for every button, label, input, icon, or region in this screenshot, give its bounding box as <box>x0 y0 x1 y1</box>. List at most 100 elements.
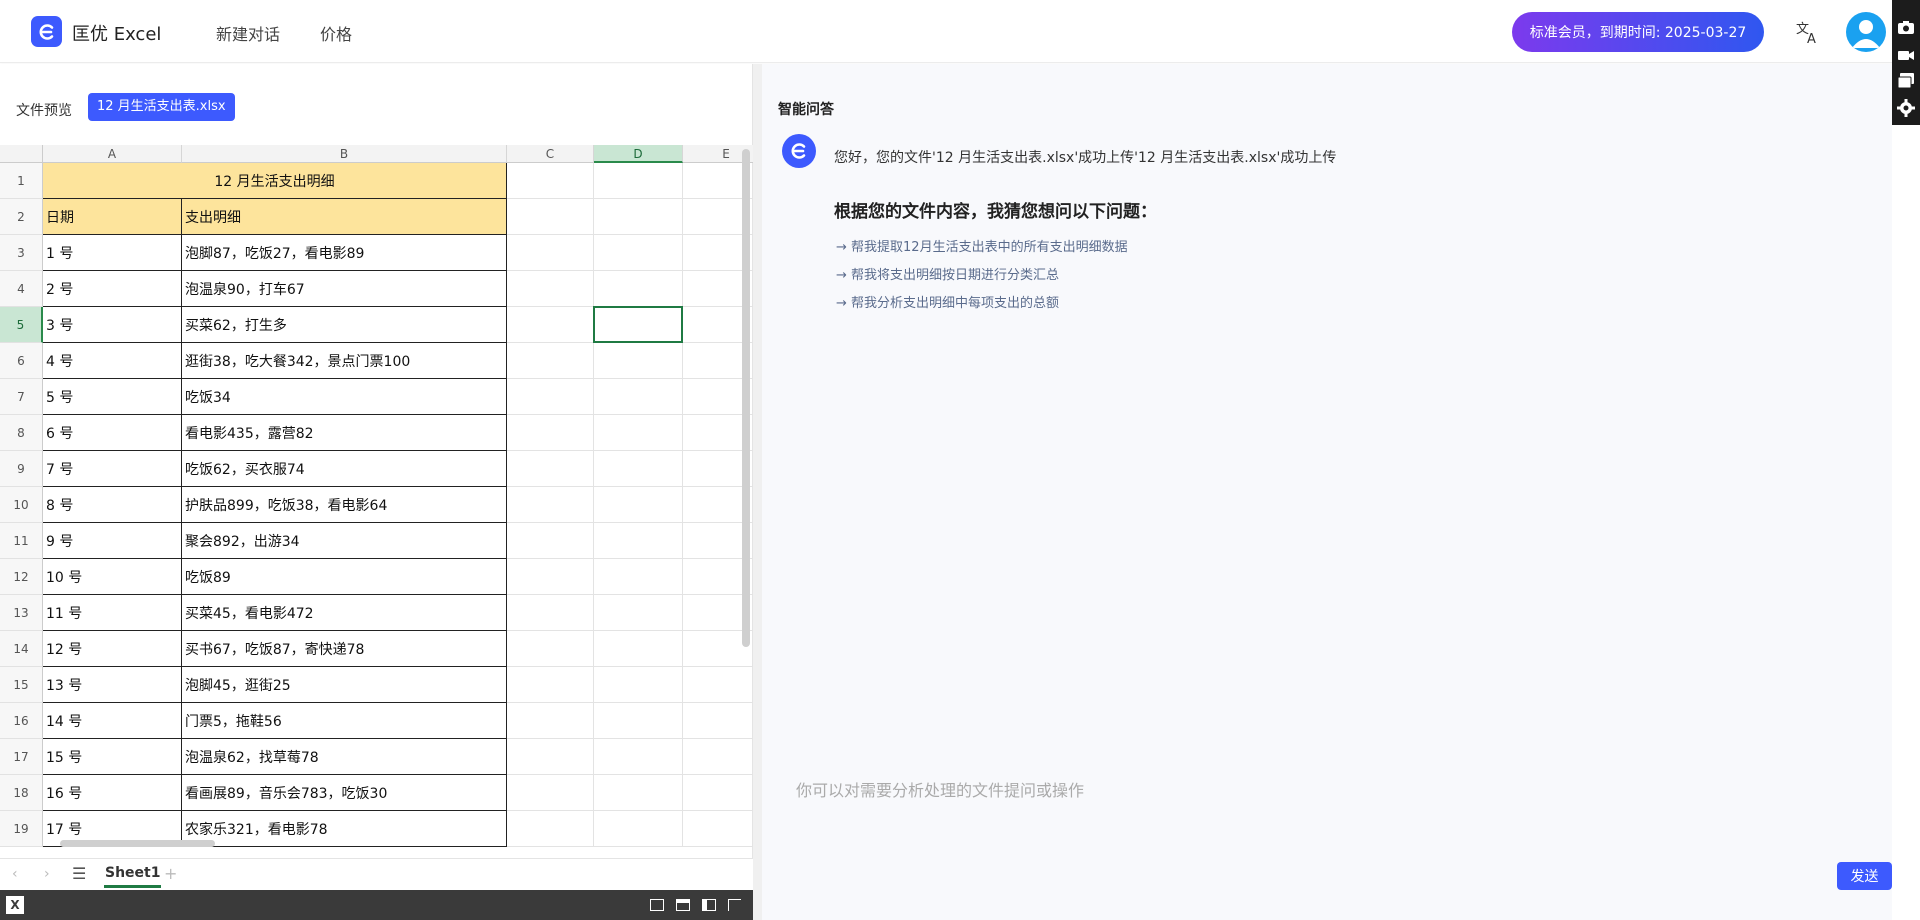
expense-cell[interactable]: 看画展89，音乐会783，吃饭30 <box>182 775 507 811</box>
date-cell[interactable]: 7 号 <box>43 451 182 487</box>
expense-cell[interactable]: 泡温泉90，打车67 <box>182 271 507 307</box>
nav-new-chat[interactable]: 新建对话 <box>216 21 280 45</box>
expense-cell[interactable]: 吃饭89 <box>182 559 507 595</box>
column-header[interactable]: D <box>594 145 683 163</box>
row-header[interactable]: 12 <box>0 559 43 595</box>
date-cell[interactable]: 10 号 <box>43 559 182 595</box>
date-cell[interactable]: 8 号 <box>43 487 182 523</box>
fullscreen-icon[interactable] <box>728 899 741 911</box>
date-cell[interactable]: 1 号 <box>43 235 182 271</box>
date-cell[interactable]: 15 号 <box>43 739 182 775</box>
expense-cell[interactable]: 泡温泉62，找草莓78 <box>182 739 507 775</box>
column-header[interactable]: B <box>182 145 507 163</box>
preview-label: 文件预览 <box>16 103 72 119</box>
expense-cell[interactable]: 买菜62，打生多 <box>182 307 507 343</box>
date-cell[interactable]: 6 号 <box>43 415 182 451</box>
expense-cell[interactable]: 吃饭34 <box>182 379 507 415</box>
row-header[interactable]: 19 <box>0 811 43 847</box>
column-header[interactable]: C <box>507 145 594 163</box>
user-avatar[interactable] <box>1846 12 1886 52</box>
spreadsheet-grid[interactable]: A B C D E 1 12 月生活支出明细 2 日期 支出明细 3 1 号泡脚87，吃饭27，看电影… <box>0 145 753 850</box>
grid-line <box>507 414 753 415</box>
expense-cell[interactable]: 买书67，吃饭87，寄快递78 <box>182 631 507 667</box>
prev-sheet-icon[interactable]: ‹ <box>12 866 18 882</box>
expense-cell[interactable]: 护肤品899，吃饭38，看电影64 <box>182 487 507 523</box>
row-header[interactable]: 3 <box>0 235 43 271</box>
sheet-tab[interactable]: Sheet1 <box>104 865 162 888</box>
suggestion-item[interactable]: → 帮我提取12月生活支出表中的所有支出明细数据 <box>836 236 1128 255</box>
vertical-scrollbar[interactable] <box>742 149 750 647</box>
date-cell[interactable]: 5 号 <box>43 379 182 415</box>
column-header[interactable]: A <box>43 145 182 163</box>
row-header[interactable]: 8 <box>0 415 43 451</box>
date-cell[interactable]: 14 号 <box>43 703 182 739</box>
row-header[interactable]: 17 <box>0 739 43 775</box>
row-header[interactable]: 18 <box>0 775 43 811</box>
expense-cell[interactable]: 逛街38，吃大餐342，景点门票100 <box>182 343 507 379</box>
date-cell[interactable]: 9 号 <box>43 523 182 559</box>
date-cell[interactable]: 12 号 <box>43 631 182 667</box>
row-header[interactable]: 5 <box>0 307 43 343</box>
expense-cell[interactable]: 门票5，拖鞋56 <box>182 703 507 739</box>
qa-title: 智能问答 <box>778 102 834 118</box>
add-sheet-icon[interactable]: + <box>164 864 177 883</box>
expense-cell[interactable]: 买菜45，看电影472 <box>182 595 507 631</box>
row-header[interactable]: 9 <box>0 451 43 487</box>
expense-cell[interactable]: 看电影435，露营82 <box>182 415 507 451</box>
date-cell[interactable]: 16 号 <box>43 775 182 811</box>
file-tab[interactable]: 12 月生活支出表.xlsx <box>88 93 235 121</box>
video-icon[interactable] <box>1897 46 1915 64</box>
row-header[interactable]: 1 <box>0 163 43 199</box>
view-layout-icon[interactable] <box>676 899 690 911</box>
camera-icon[interactable] <box>1897 18 1915 36</box>
date-cell[interactable]: 日期 <box>43 199 182 235</box>
row-header[interactable]: 14 <box>0 631 43 667</box>
row-header[interactable]: 13 <box>0 595 43 631</box>
grid-line <box>507 774 753 775</box>
next-sheet-icon[interactable]: › <box>44 866 50 882</box>
row-header[interactable]: 11 <box>0 523 43 559</box>
row-header[interactable]: 15 <box>0 667 43 703</box>
suggestion-title: 根据您的文件内容，我猜您想问以下问题： <box>834 202 1157 222</box>
expense-cell[interactable]: 吃饭62，买衣服74 <box>182 451 507 487</box>
expense-cell[interactable]: 农家乐321，看电影78 <box>182 811 507 847</box>
send-button[interactable]: 发送 <box>1837 862 1892 890</box>
row-header[interactable]: 16 <box>0 703 43 739</box>
select-all-corner[interactable] <box>0 145 43 163</box>
expense-cell[interactable]: 聚会892，出游34 <box>182 523 507 559</box>
date-cell[interactable]: 13 号 <box>43 667 182 703</box>
expense-cell[interactable]: 泡脚87，吃饭27，看电影89 <box>182 235 507 271</box>
expense-cell[interactable]: 支出明细 <box>182 199 507 235</box>
sheet-title-cell[interactable]: 12 月生活支出明细 <box>43 163 507 199</box>
grid-line <box>507 738 753 739</box>
row-header[interactable]: 4 <box>0 271 43 307</box>
date-cell[interactable]: 3 号 <box>43 307 182 343</box>
translate-icon[interactable]: 文A <box>1795 19 1821 47</box>
settings-gear-icon[interactable] <box>1897 99 1915 117</box>
date-cell[interactable]: 4 号 <box>43 343 182 379</box>
row-header[interactable]: 2 <box>0 199 43 235</box>
row-header[interactable]: 7 <box>0 379 43 415</box>
horizontal-scrollbar[interactable] <box>60 840 215 847</box>
view-break-icon[interactable] <box>702 899 716 911</box>
row-header[interactable]: 10 <box>0 487 43 523</box>
view-normal-icon[interactable] <box>650 899 664 911</box>
app-logo-icon[interactable] <box>31 16 62 47</box>
chat-input[interactable]: 你可以对需要分析处理的文件提问或操作 <box>796 777 1084 801</box>
suggestion-item[interactable]: → 帮我将支出明细按日期进行分类汇总 <box>836 264 1059 283</box>
grid-line <box>682 163 683 847</box>
panel-splitter[interactable] <box>753 64 762 920</box>
sheet-list-icon[interactable]: ☰ <box>72 864 86 883</box>
grid-line <box>507 810 753 811</box>
chat-panel: 智能问答 您好，您的文件'12 月生活支出表.xlsx'成功上传'12 月生活支… <box>762 64 1892 920</box>
suggestion-item[interactable]: → 帮我分析支出明细中每项支出的总额 <box>836 292 1059 311</box>
expense-cell[interactable]: 泡脚45，逛街25 <box>182 667 507 703</box>
row-header[interactable]: 6 <box>0 343 43 379</box>
date-cell[interactable]: 2 号 <box>43 271 182 307</box>
side-tool-strip <box>1892 0 1920 125</box>
selected-cell[interactable] <box>593 306 683 343</box>
nav-pricing[interactable]: 价格 <box>320 21 352 45</box>
membership-badge[interactable]: 标准会员，到期时间: 2025-03-27 <box>1512 12 1764 52</box>
window-icon[interactable] <box>1897 72 1915 90</box>
date-cell[interactable]: 11 号 <box>43 595 182 631</box>
